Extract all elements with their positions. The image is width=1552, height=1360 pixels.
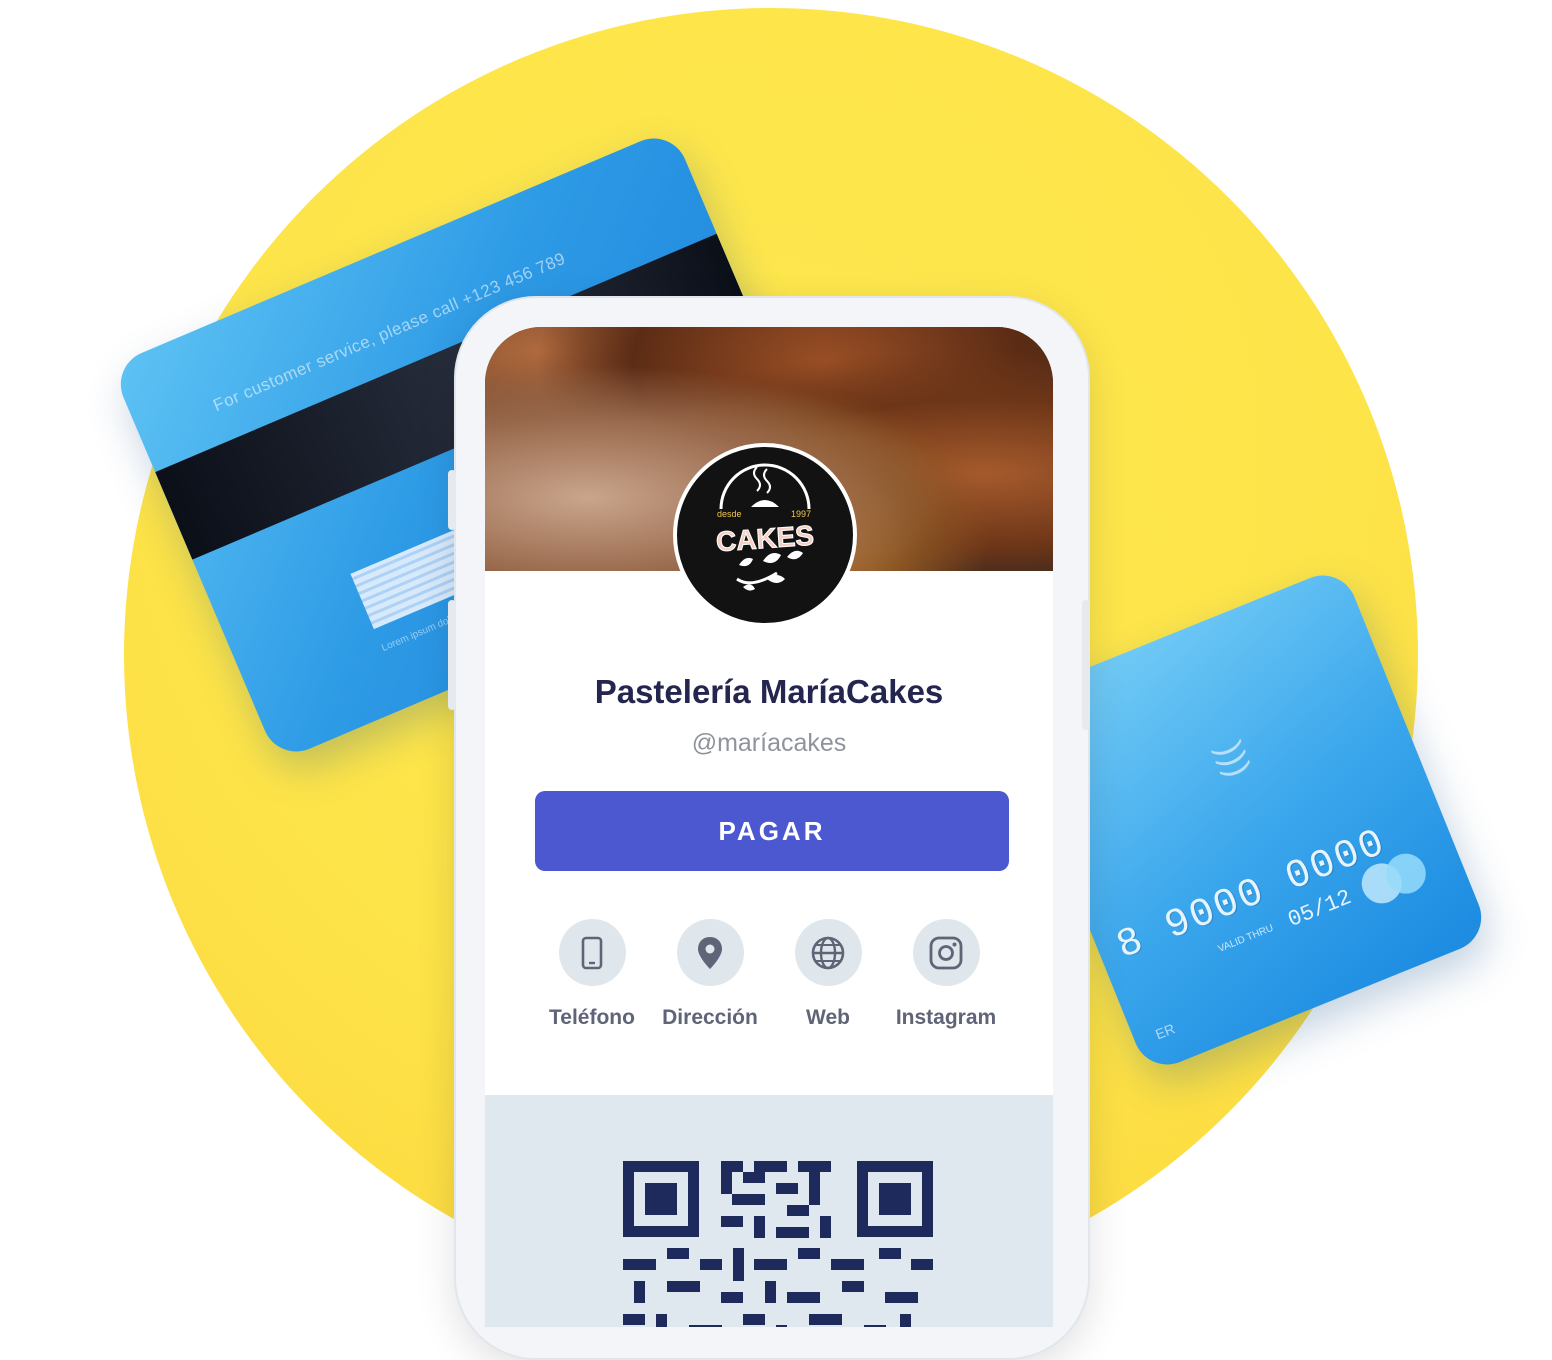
cakes-logo-icon: desde 1997 CAKES	[714, 463, 815, 591]
contact-actions: Teléfono Dirección Web Instagram	[485, 919, 1053, 1049]
action-label: Dirección	[662, 1006, 758, 1029]
action-label: Web	[806, 1006, 850, 1029]
action-label: Teléfono	[549, 1006, 635, 1029]
globe-icon	[794, 919, 862, 986]
action-address[interactable]: Dirección	[645, 919, 775, 1030]
logo-year: 1997	[791, 509, 811, 519]
qr-code[interactable]	[623, 1161, 933, 1327]
contactless-icon: )))	[1209, 736, 1258, 783]
action-instagram[interactable]: Instagram	[881, 919, 1011, 1030]
logo-desde: desde	[717, 509, 742, 519]
profile-handle: @maríacakes	[691, 729, 847, 757]
pay-button[interactable]: PAGAR	[535, 791, 1009, 871]
phone-screen: desde 1997 CAKES Pastelería MaríaCakes @…	[485, 327, 1053, 1327]
profile-name: Pastelería MaríaCakes	[594, 673, 944, 710]
phone-power-button	[1082, 600, 1090, 730]
phone-side-button	[448, 470, 456, 530]
avatar[interactable]: desde 1997 CAKES	[673, 443, 857, 627]
card-holder-fragment: ER	[1153, 1020, 1178, 1043]
phone-icon	[558, 919, 626, 986]
action-phone[interactable]: Teléfono	[527, 919, 657, 1030]
action-web[interactable]: Web	[763, 919, 893, 1030]
qr-section	[485, 1095, 1053, 1327]
instagram-icon	[912, 919, 980, 986]
location-pin-icon	[676, 919, 744, 986]
action-label: Instagram	[895, 1006, 997, 1029]
phone-volume-button	[448, 600, 456, 710]
card-number: 8 9000 0000	[1110, 821, 1393, 970]
